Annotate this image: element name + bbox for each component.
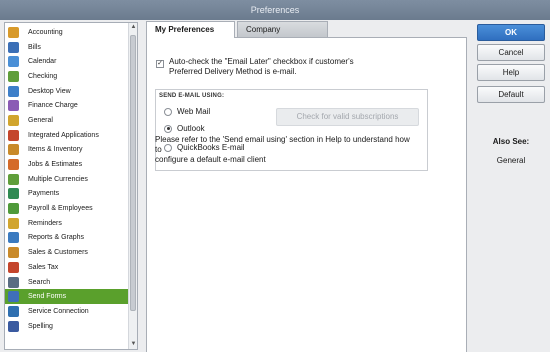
cancel-button[interactable]: Cancel [477, 44, 545, 61]
sidebar-item-label: Search [28, 278, 51, 286]
scroll-down-icon[interactable]: ▼ [129, 340, 137, 349]
sidebar-item-label: Calendar [28, 58, 57, 66]
service-connection-icon [8, 305, 19, 317]
sidebar-item-search[interactable]: Search [5, 275, 129, 290]
sales-tax-icon [8, 261, 19, 273]
sidebar-item-label: Service Connection [28, 307, 89, 315]
accounting-icon [8, 26, 19, 38]
finance-charge-icon [8, 100, 19, 112]
tab-my-preferences-label: My Preferences [155, 25, 215, 34]
sidebar-item-label: Integrated Applications [28, 131, 99, 139]
sidebar-item-payroll-employees[interactable]: Payroll & Employees [5, 201, 129, 216]
items-inventory-icon [8, 144, 19, 156]
category-list: Accounting Bills Calendar Checking Desktop V… [5, 25, 129, 333]
help-note-line1: Please refer to the 'Send email using' s… [155, 135, 410, 154]
sidebar-item-label: Checking [28, 72, 58, 80]
reminders-icon [8, 217, 19, 229]
sidebar-item-multiple-currencies[interactable]: Multiple Currencies [5, 172, 129, 187]
sidebar-item-label: Send Forms [28, 293, 67, 301]
sidebar-scrollbar[interactable]: ▲ ▼ [128, 23, 137, 349]
search-icon [8, 276, 19, 288]
sidebar-item-label: Multiple Currencies [28, 175, 88, 183]
help-button[interactable]: Help [477, 64, 545, 81]
bills-icon [8, 41, 19, 53]
sidebar-item-accounting[interactable]: Accounting [5, 25, 129, 40]
jobs-estimates-icon [8, 159, 19, 171]
sidebar-item-label: General [28, 116, 53, 124]
help-note: Please refer to the 'Send email using' s… [155, 135, 417, 165]
email-later-label-line1: Auto-check the "Email Later" checkbox if… [169, 57, 354, 66]
also-see-general-link[interactable]: General [477, 156, 545, 165]
sidebar-item-label: Payroll & Employees [28, 205, 93, 213]
my-preferences-panel: ✓ Auto-check the "Email Later" checkbox … [146, 37, 467, 352]
sidebar-item-label: Reminders [28, 219, 62, 227]
window-title: Preferences [0, 0, 550, 20]
sidebar-item-finance-charge[interactable]: Finance Charge [5, 98, 129, 113]
tab-my-preferences[interactable]: My Preferences [146, 21, 235, 38]
ok-button[interactable]: OK [477, 24, 545, 41]
sidebar-item-sales-tax[interactable]: Sales Tax [5, 260, 129, 275]
sidebar-item-label: Jobs & Estimates [28, 161, 83, 169]
sidebar-item-service-connection[interactable]: Service Connection [5, 304, 129, 319]
web-mail-option[interactable]: Web Mail [164, 107, 210, 116]
desktop-view-icon [8, 85, 19, 97]
integrated-apps-icon [8, 129, 19, 141]
sales-customers-icon [8, 247, 19, 259]
checking-icon [8, 70, 19, 82]
outlook-label: Outlook [177, 124, 205, 133]
outlook-radio[interactable] [164, 124, 172, 133]
sidebar-item-spelling[interactable]: Spelling [5, 319, 129, 334]
sidebar-item-reminders[interactable]: Reminders [5, 216, 129, 231]
email-later-checkbox[interactable]: ✓ [156, 60, 164, 68]
spelling-icon [8, 320, 19, 332]
sidebar-item-general[interactable]: General [5, 113, 129, 128]
scroll-up-icon[interactable]: ▲ [129, 23, 137, 32]
web-mail-radio[interactable] [164, 107, 172, 116]
sidebar-item-send-forms[interactable]: Send Forms [5, 289, 129, 305]
sidebar-item-label: Sales Tax [28, 263, 59, 271]
scroll-thumb[interactable] [130, 35, 136, 311]
sidebar-item-label: Sales & Customers [28, 249, 88, 257]
sidebar-item-calendar[interactable]: Calendar [5, 54, 129, 69]
currencies-icon [8, 173, 19, 185]
sidebar-item-integrated-applications[interactable]: Integrated Applications [5, 128, 129, 143]
sidebar-item-label: Desktop View [28, 87, 71, 95]
preferences-window: Accounting Bills Calendar Checking Desktop V… [0, 20, 550, 352]
outlook-option[interactable]: Outlook [164, 124, 205, 133]
help-note-line2: configure a default e-mail client [155, 155, 266, 164]
email-later-label: Auto-check the "Email Later" checkbox if… [169, 57, 354, 77]
payments-icon [8, 188, 19, 200]
sidebar-item-label: Bills [28, 43, 41, 51]
sidebar-item-label: Items & Inventory [28, 146, 83, 154]
default-button[interactable]: Default [477, 86, 545, 103]
reports-graphs-icon [8, 232, 19, 244]
email-later-label-line2: Preferred Delivery Method is e-mail. [169, 67, 297, 76]
check-subscriptions-button[interactable]: Check for valid subscriptions [276, 108, 419, 126]
sidebar-item-items-inventory[interactable]: Items & Inventory [5, 143, 129, 158]
sidebar-item-label: Accounting [28, 28, 63, 36]
general-icon [8, 114, 19, 126]
sidebar-item-payments[interactable]: Payments [5, 187, 129, 202]
sidebar-item-jobs-estimates[interactable]: Jobs & Estimates [5, 157, 129, 172]
sidebar-item-label: Finance Charge [28, 102, 78, 110]
sidebar-item-label: Payments [28, 190, 60, 198]
sidebar-item-label: Reports & Graphs [28, 234, 85, 242]
also-see-title: Also See: [492, 137, 530, 146]
sidebar-item-sales-customers[interactable]: Sales & Customers [5, 245, 129, 260]
sidebar-item-reports-graphs[interactable]: Reports & Graphs [5, 231, 129, 246]
payroll-icon [8, 203, 19, 215]
web-mail-label: Web Mail [177, 107, 211, 116]
email-later-option[interactable]: ✓ Auto-check the "Email Later" checkbox … [156, 57, 366, 77]
calendar-icon [8, 56, 19, 68]
sidebar-item-checking[interactable]: Checking [5, 69, 129, 84]
tab-company-preferences[interactable]: Company Preferences [237, 21, 328, 50]
send-email-group-title: SEND E-MAIL USING: [159, 93, 225, 99]
sidebar-item-bills[interactable]: Bills [5, 40, 129, 55]
category-sidebar: Accounting Bills Calendar Checking Desktop V… [4, 22, 138, 350]
sidebar-item-label: Spelling [28, 322, 53, 330]
send-forms-icon [8, 291, 19, 303]
sidebar-item-desktop-view[interactable]: Desktop View [5, 84, 129, 99]
